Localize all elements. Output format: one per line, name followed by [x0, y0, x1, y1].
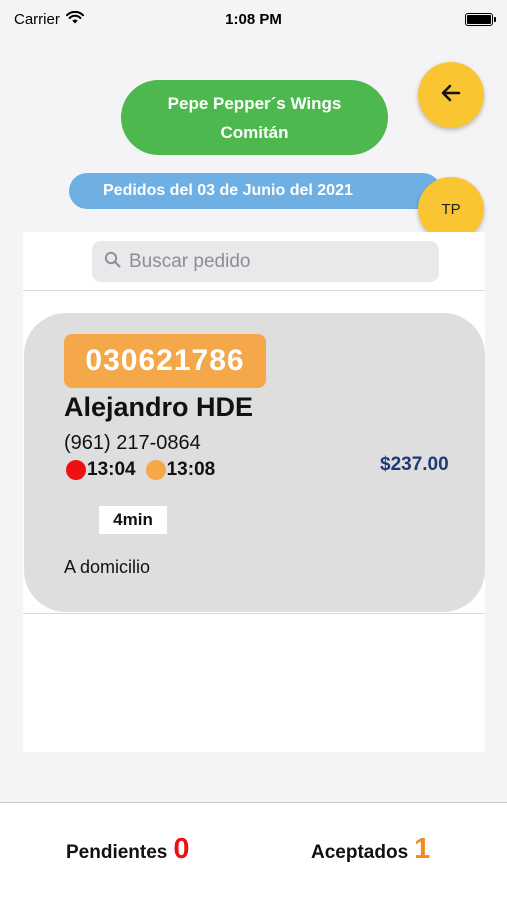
- search-bar[interactable]: [92, 241, 439, 282]
- search-icon: [104, 251, 121, 273]
- order-id: 030621786: [85, 344, 245, 377]
- customer-phone: (961) 217-0864: [64, 432, 201, 454]
- order-total: $237.00: [380, 454, 449, 475]
- tp-label: TP: [441, 200, 461, 218]
- pending-count: 0: [173, 833, 190, 865]
- time-accepted: 13:08: [166, 459, 216, 480]
- accepted-count: 1: [414, 833, 431, 865]
- delivery-type: A domicilio: [64, 557, 151, 577]
- tab-aceptados-label: Aceptados: [311, 842, 409, 863]
- tab-pendientes[interactable]: Pendientes 0: [66, 833, 190, 866]
- accepted-dot-icon: [145, 460, 166, 480]
- order-times: 13:04 13:08: [66, 459, 215, 481]
- card-divider: [23, 613, 485, 614]
- order-duration: 4min: [99, 506, 167, 534]
- arrow-left-icon: [440, 82, 462, 109]
- time-received: 13:04: [87, 459, 136, 480]
- duration-label: 4min: [113, 510, 153, 529]
- restaurant-pill: Pepe Pepper´s Wings Comitán: [121, 80, 388, 155]
- received-dot-icon: [66, 460, 86, 480]
- restaurant-city: Comitán: [220, 122, 289, 142]
- carrier-label: Carrier: [14, 10, 60, 28]
- wifi-icon: [65, 10, 84, 28]
- tab-bar: Pendientes 0 Aceptados 1: [0, 802, 507, 900]
- status-left: Carrier: [14, 10, 84, 28]
- restaurant-name: Pepe Pepper´s Wings: [167, 93, 342, 113]
- date-label: Pedidos del 03 de Junio del 2021: [103, 182, 353, 199]
- order-id-badge: 030621786: [64, 334, 266, 388]
- status-bar: Carrier 1:08 PM: [0, 0, 507, 38]
- tab-pendientes-label: Pendientes: [66, 842, 168, 863]
- battery-icon: [465, 12, 496, 26]
- back-button[interactable]: [418, 62, 484, 128]
- search-input[interactable]: [129, 250, 429, 273]
- tab-aceptados[interactable]: Aceptados 1: [311, 833, 430, 866]
- date-pill: Pedidos del 03 de Junio del 2021: [69, 173, 441, 209]
- search-divider: [23, 290, 485, 291]
- customer-name: Alejandro HDE: [64, 392, 254, 422]
